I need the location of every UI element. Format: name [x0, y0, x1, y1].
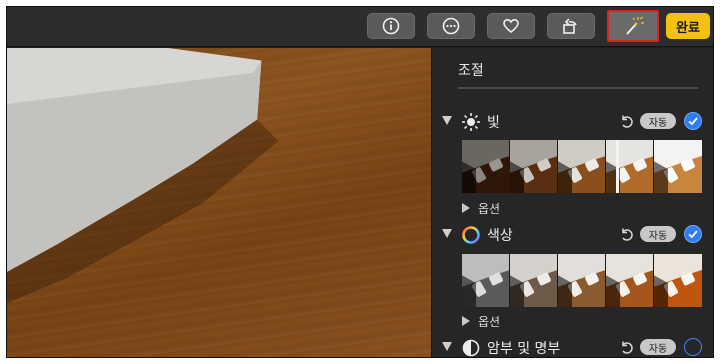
auto-enhance-button[interactable] [607, 10, 659, 42]
filmstrip-selection-marker[interactable] [616, 140, 619, 193]
revert-icon[interactable] [618, 339, 634, 355]
section-light: 빛 자동 [432, 110, 713, 134]
more-button[interactable] [427, 13, 475, 39]
filmstrip-frame [510, 140, 558, 193]
filmstrip-frame [606, 254, 654, 307]
expand-triangle-icon[interactable] [462, 203, 470, 213]
color-options-row[interactable]: 옵션 [432, 312, 713, 330]
enable-checkbox[interactable] [684, 225, 702, 243]
revert-icon[interactable] [618, 113, 634, 129]
rotate-button[interactable] [547, 13, 595, 39]
collapse-triangle-icon[interactable] [442, 116, 452, 125]
magic-wand-icon [626, 16, 644, 35]
enable-checkbox[interactable] [684, 338, 702, 356]
enable-checkbox[interactable] [684, 112, 702, 130]
half-circle-icon [462, 339, 480, 357]
photos-edit-window: 완료 조절 빛 자동 옵션 색상 자동 옵션 암부 및 명부 자동 [6, 6, 714, 358]
filmstrip-frame [654, 254, 702, 307]
ellipsis-icon [442, 17, 460, 35]
adjust-panel: 조절 빛 자동 옵션 색상 자동 옵션 암부 및 명부 자동 [431, 48, 713, 357]
section-shadows-highlights: 암부 및 명부 자동 [432, 336, 713, 357]
section-color: 색상 자동 [432, 223, 713, 247]
panel-divider [458, 87, 698, 89]
color-filmstrip[interactable] [462, 254, 702, 307]
auto-button[interactable]: 자동 [640, 226, 676, 242]
photo-canvas[interactable] [7, 48, 431, 357]
section-shadows-highlights-label: 암부 및 명부 [487, 341, 561, 357]
filmstrip-frame [654, 140, 702, 193]
favorite-button[interactable] [487, 13, 535, 39]
panel-title: 조절 [458, 63, 484, 79]
auto-button[interactable]: 자동 [640, 339, 676, 355]
collapse-triangle-icon[interactable] [442, 229, 452, 238]
section-light-label: 빛 [487, 115, 500, 131]
expand-triangle-icon[interactable] [462, 316, 470, 326]
rotate-icon [563, 18, 577, 34]
auto-button[interactable]: 자동 [640, 113, 676, 129]
heart-icon [503, 18, 519, 34]
options-label: 옵션 [478, 315, 501, 329]
filmstrip-frame [558, 254, 606, 307]
filmstrip-frame [462, 254, 510, 307]
light-options-row[interactable]: 옵션 [432, 199, 713, 217]
sun-icon [462, 113, 480, 131]
options-label: 옵션 [478, 202, 501, 216]
done-button[interactable]: 완료 [666, 13, 710, 39]
checkmark-icon [688, 230, 698, 239]
info-icon [382, 17, 400, 35]
checkmark-icon [688, 117, 698, 126]
filmstrip-frame [606, 140, 654, 193]
section-color-label: 색상 [487, 228, 513, 244]
filmstrip-frame [462, 140, 510, 193]
filmstrip-frame [510, 254, 558, 307]
filmstrip-frame [558, 140, 606, 193]
revert-icon[interactable] [618, 226, 634, 242]
info-button[interactable] [367, 13, 415, 39]
edit-toolbar: 완료 [7, 7, 713, 47]
light-filmstrip[interactable] [462, 140, 702, 193]
color-wheel-icon [462, 226, 480, 244]
collapse-triangle-icon[interactable] [442, 342, 452, 351]
